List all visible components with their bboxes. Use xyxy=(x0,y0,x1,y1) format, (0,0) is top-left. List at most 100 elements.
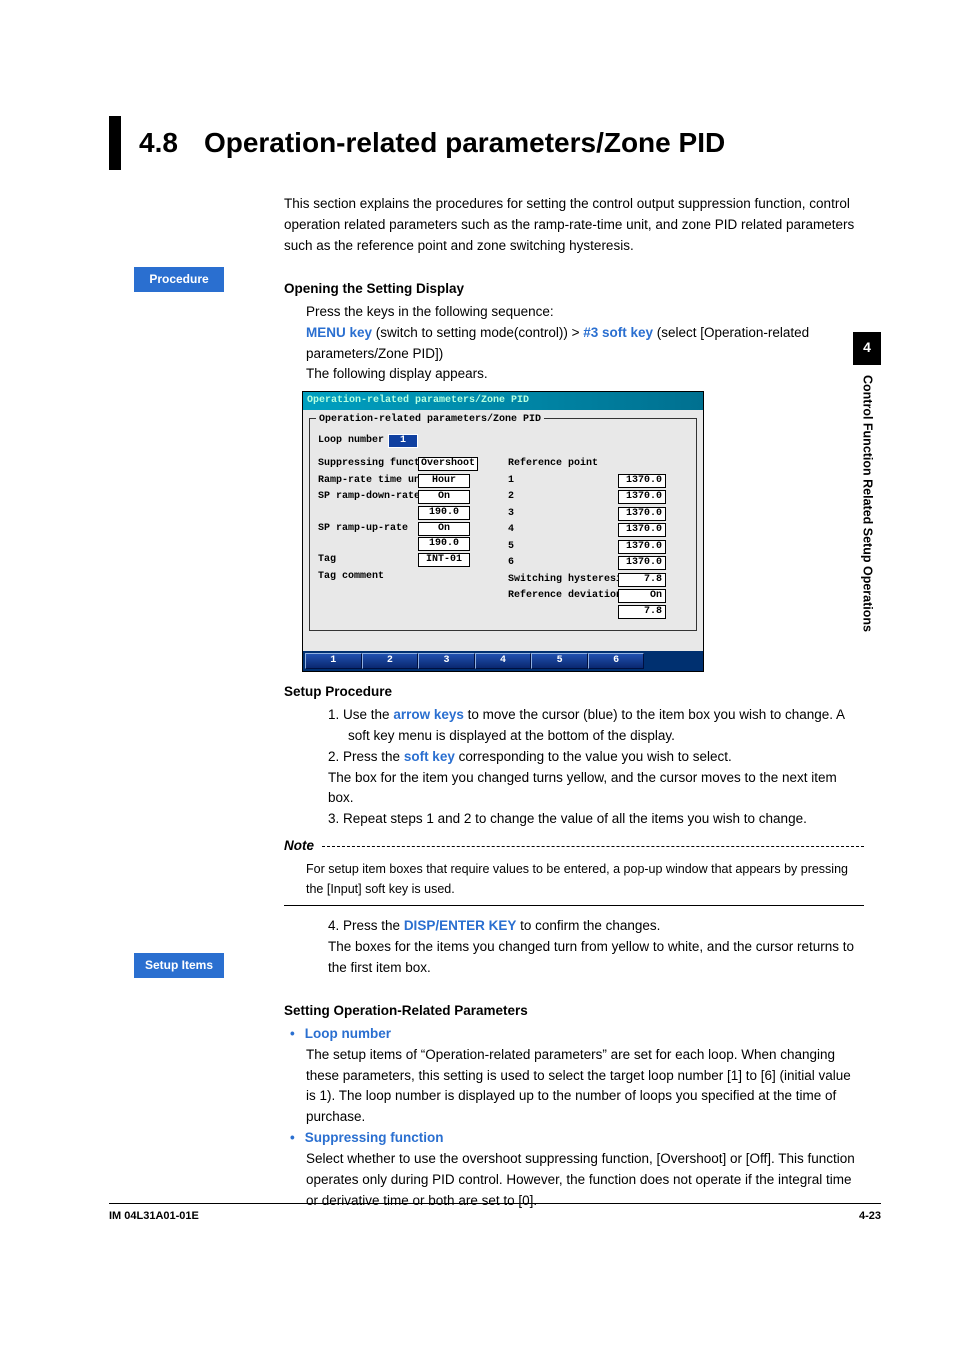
bullet-item: • Loop number xyxy=(290,1024,864,1045)
note-word: Note xyxy=(284,836,314,857)
bullet-item: • Suppressing function xyxy=(290,1128,864,1149)
setting-params-heading: Setting Operation-Related Parameters xyxy=(284,1001,864,1022)
screenshot-left-col: Suppressing functionOvershoot Ramp-rate … xyxy=(318,456,508,620)
right-val: 1370.0 xyxy=(618,474,666,488)
content: This section explains the procedures for… xyxy=(284,194,864,1212)
right-val: 7.8 xyxy=(618,573,666,587)
softkey-1: 1 xyxy=(305,653,362,669)
right-val: 1370.0 xyxy=(618,507,666,521)
right-row: 7.8 xyxy=(508,605,688,619)
setup-items-badge: Setup Items xyxy=(134,953,224,978)
loop-number-value: 1 xyxy=(388,434,418,448)
footer-page-number: 4-23 xyxy=(859,1208,881,1225)
right-val: 1370.0 xyxy=(618,523,666,537)
step-2: 2. Press the soft key corresponding to t… xyxy=(328,747,864,768)
right-row: 11370.0 xyxy=(508,473,688,489)
right-label: 6 xyxy=(508,555,618,571)
right-row: 61370.0 xyxy=(508,555,688,571)
left-val: 190.0 xyxy=(418,537,470,551)
step-3: 3. Repeat steps 1 and 2 to change the va… xyxy=(328,809,864,830)
left-row: 190.0 xyxy=(318,506,508,520)
menu-key-after: (switch to setting mode(control)) > xyxy=(372,325,583,340)
note-header: Note xyxy=(284,836,864,857)
left-row: Tag comment xyxy=(318,569,508,585)
right-row: 21370.0 xyxy=(508,489,688,505)
step-1: 1. Use the arrow keys to move the cursor… xyxy=(328,705,864,747)
softkey-bar: 1 2 3 4 5 6 xyxy=(303,651,703,671)
bullet-title: Loop number xyxy=(305,1024,391,1045)
left-label: Suppressing function xyxy=(318,456,418,472)
right-label: 3 xyxy=(508,506,618,522)
left-val: 190.0 xyxy=(418,506,470,520)
right-label: 2 xyxy=(508,489,618,505)
bullet-body: The setup items of “Operation-related pa… xyxy=(306,1045,864,1129)
left-val: INT-01 xyxy=(418,553,470,567)
step-num: 2. xyxy=(328,749,339,764)
opening-line3: The following display appears. xyxy=(306,364,864,385)
screenshot-body: Operation-related parameters/Zone PID Lo… xyxy=(303,410,703,651)
softkey-3: 3 xyxy=(418,653,475,669)
right-label: Reference deviation xyxy=(508,588,618,604)
step-pre: Use the xyxy=(343,707,393,722)
opening-heading: Opening the Setting Display xyxy=(284,279,864,300)
display-screenshot: Operation-related parameters/Zone PID Op… xyxy=(302,391,704,672)
soft-key: soft key xyxy=(404,749,455,764)
left-row: SP ramp-up-rateOn xyxy=(318,521,508,537)
step-post: to confirm the changes. xyxy=(516,918,660,933)
section-bar xyxy=(109,116,121,170)
left-val: Overshoot xyxy=(418,457,478,471)
step-2-extra: The box for the item you changed turns y… xyxy=(328,768,864,810)
section-number: 4.8 xyxy=(139,121,178,164)
left-label: SP ramp-down-rate xyxy=(318,489,418,505)
left-val: On xyxy=(418,522,470,536)
step-text: Repeat steps 1 and 2 to change the value… xyxy=(343,811,807,826)
right-header-label: Reference point xyxy=(508,456,598,472)
step-4-extra: The boxes for the items you changed turn… xyxy=(328,937,864,979)
note-dash-line xyxy=(322,846,864,847)
step-4: 4. Press the DISP/ENTER KEY to confirm t… xyxy=(328,916,864,937)
section-header: 4.8 Operation-related parameters/Zone PI… xyxy=(109,116,725,170)
right-label: 5 xyxy=(508,539,618,555)
right-header: Reference point xyxy=(508,456,688,472)
note-text: For setup item boxes that require values… xyxy=(306,860,864,899)
right-row: 41370.0 xyxy=(508,522,688,538)
step-pre: Press the xyxy=(343,918,404,933)
left-label: Tag xyxy=(318,552,418,568)
setup-procedure-heading: Setup Procedure xyxy=(284,682,864,703)
screenshot-legend: Operation-related parameters/Zone PID xyxy=(316,412,544,428)
arrow-keys: arrow keys xyxy=(393,707,464,722)
left-label: Tag comment xyxy=(318,569,418,585)
right-row: Reference deviationOn xyxy=(508,588,688,604)
right-val: On xyxy=(618,589,666,603)
step-num: 4. xyxy=(328,918,339,933)
footer-doc-id: IM 04L31A01-01E xyxy=(109,1208,199,1225)
right-val: 7.8 xyxy=(618,605,666,619)
right-val: 1370.0 xyxy=(618,490,666,504)
screenshot-right-col: Reference point 11370.0 21370.0 31370.0 … xyxy=(508,456,688,620)
left-label: Ramp-rate time unit xyxy=(318,473,418,489)
step-pre: Press the xyxy=(343,749,404,764)
left-label: SP ramp-up-rate xyxy=(318,521,418,537)
loop-number-label: Loop number xyxy=(318,433,388,449)
softkey-2: 2 xyxy=(362,653,419,669)
page-footer: IM 04L31A01-01E 4-23 xyxy=(109,1203,881,1225)
screenshot-titlebar: Operation-related parameters/Zone PID xyxy=(303,392,703,410)
bullet-dot-icon: • xyxy=(290,1128,295,1149)
softkey-6: 6 xyxy=(588,653,645,669)
disp-enter-key: DISP/ENTER KEY xyxy=(404,918,517,933)
softkey-5: 5 xyxy=(531,653,588,669)
right-label: 1 xyxy=(508,473,618,489)
procedure-badge: Procedure xyxy=(134,267,224,292)
menu-key: MENU key xyxy=(306,325,372,340)
left-row: 190.0 xyxy=(318,537,508,551)
section-title: Operation-related parameters/Zone PID xyxy=(204,121,725,164)
left-val: On xyxy=(418,490,470,504)
right-row: 31370.0 xyxy=(508,506,688,522)
right-row: 51370.0 xyxy=(508,539,688,555)
bullet-dot-icon: • xyxy=(290,1024,295,1045)
bullet-title: Suppressing function xyxy=(305,1128,444,1149)
loop-number-row: Loop number 1 xyxy=(318,433,688,449)
note-divider xyxy=(284,905,864,906)
left-val: Hour xyxy=(418,474,470,488)
opening-line1: Press the keys in the following sequence… xyxy=(306,302,864,323)
